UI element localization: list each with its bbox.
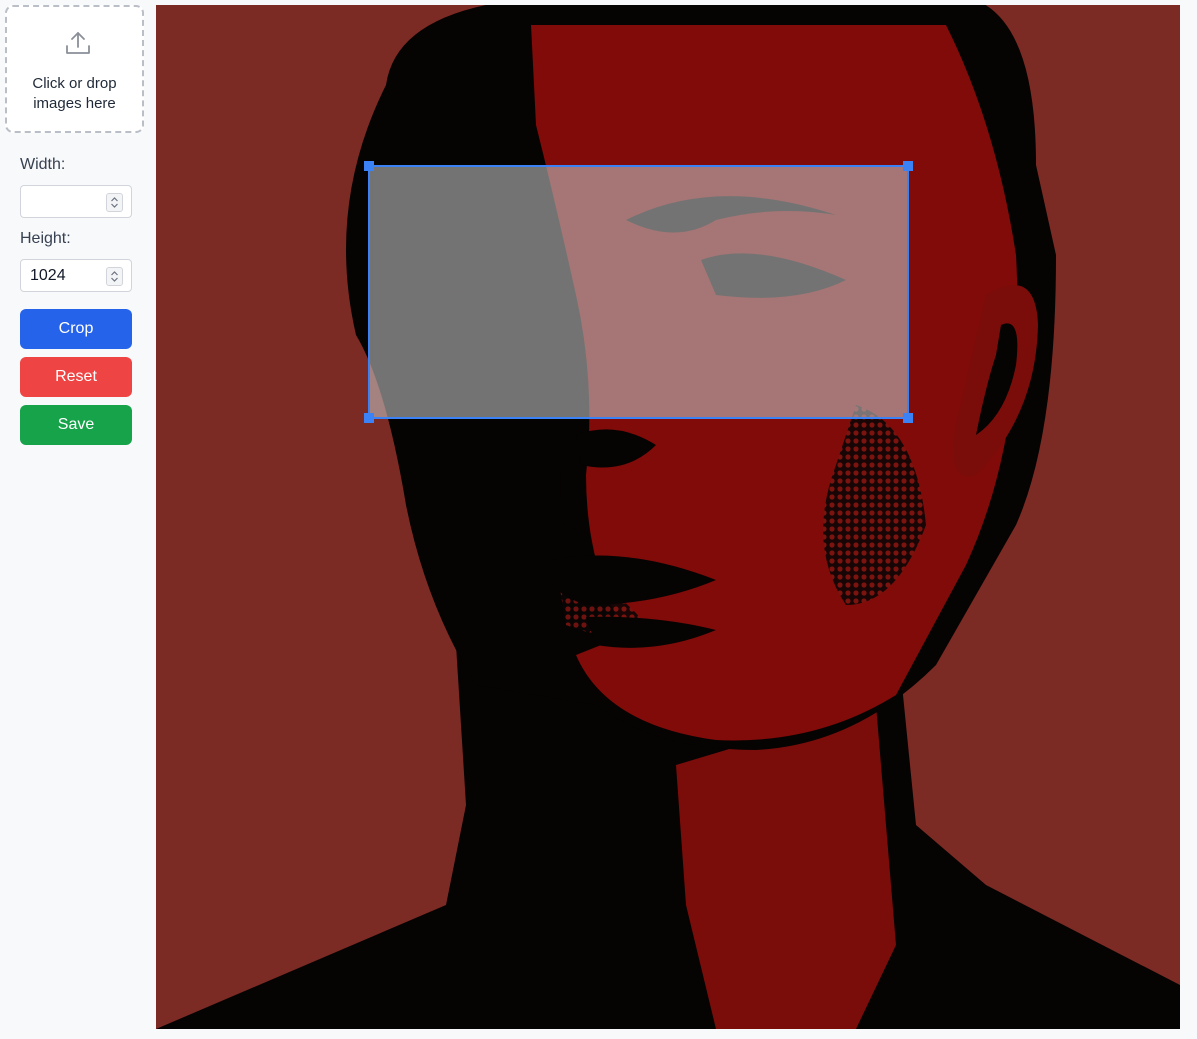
- upload-icon: [64, 29, 92, 57]
- crop-button[interactable]: Crop: [20, 309, 132, 349]
- reset-button[interactable]: Reset: [20, 357, 132, 397]
- width-input[interactable]: [20, 185, 132, 218]
- dropzone-text: Click or drop images here: [32, 75, 117, 112]
- width-stepper[interactable]: [106, 193, 123, 212]
- image-dropzone[interactable]: Click or drop images here: [5, 5, 144, 133]
- crop-handle-bottom-left[interactable]: [364, 413, 374, 423]
- crop-selection[interactable]: [364, 161, 913, 423]
- height-stepper[interactable]: [106, 267, 123, 286]
- crop-handle-top-right[interactable]: [903, 161, 913, 171]
- crop-handle-bottom-right[interactable]: [903, 413, 913, 423]
- height-value: 1024: [30, 267, 66, 284]
- save-button[interactable]: Save: [20, 405, 132, 445]
- height-label: Height:: [20, 230, 71, 247]
- sidebar: Click or drop images here Width: Height:…: [0, 0, 156, 1039]
- image-canvas[interactable]: [156, 5, 1180, 1029]
- width-label: Width:: [20, 156, 66, 173]
- crop-handle-top-left[interactable]: [364, 161, 374, 171]
- portrait-image: [156, 5, 1180, 1029]
- height-input[interactable]: 1024: [20, 259, 132, 292]
